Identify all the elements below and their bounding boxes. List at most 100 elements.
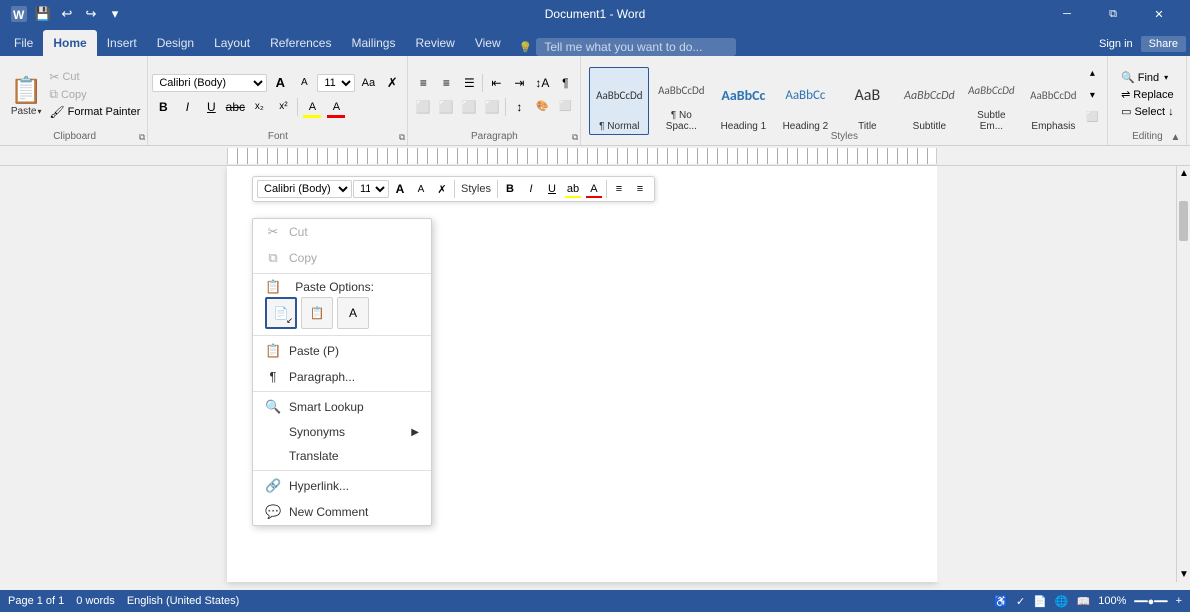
increase-indent-btn[interactable]: ⇥: [508, 72, 530, 94]
view-web-btn[interactable]: 🌐: [1055, 595, 1069, 608]
context-new-comment[interactable]: 💬 New Comment: [253, 499, 431, 525]
restore-btn[interactable]: ⧉: [1090, 0, 1136, 28]
spelling-btn[interactable]: ✓: [1016, 595, 1025, 608]
mini-numbering-btn[interactable]: ≡: [630, 179, 650, 199]
style-normal[interactable]: AaBbCcDd ¶ Normal: [589, 67, 649, 135]
justify-btn[interactable]: ⬜: [481, 96, 503, 118]
select-btn[interactable]: ▭ Select ↓: [1117, 104, 1178, 119]
page-info[interactable]: Page 1 of 1: [8, 595, 64, 607]
align-left-btn[interactable]: ⬜: [412, 96, 434, 118]
borders-btn[interactable]: ⬜: [554, 96, 576, 118]
format-painter-button[interactable]: 🖌 Format Painter: [46, 104, 143, 120]
close-btn[interactable]: ✕: [1136, 0, 1182, 28]
font-size-shrink-btn[interactable]: A: [293, 72, 315, 94]
tab-layout[interactable]: Layout: [204, 30, 260, 56]
tab-file[interactable]: File: [4, 30, 43, 56]
view-print-btn[interactable]: 📄: [1033, 595, 1047, 608]
mini-clear-btn[interactable]: ✗: [432, 179, 452, 199]
mini-shrink-btn[interactable]: A: [411, 179, 431, 199]
font-name-select[interactable]: Calibri (Body): [152, 74, 267, 92]
minimize-btn[interactable]: ─: [1044, 0, 1090, 28]
style-emphasis[interactable]: AaBbCcDd Emphasis: [1023, 67, 1083, 135]
mini-styles-label[interactable]: Styles: [457, 183, 495, 195]
tab-mailings[interactable]: Mailings: [341, 30, 405, 56]
paste-merge-btn[interactable]: 📋: [301, 297, 333, 329]
zoom-in-btn[interactable]: +: [1176, 595, 1182, 607]
vertical-scrollbar[interactable]: ▲ ▼: [1176, 166, 1190, 582]
tab-design[interactable]: Design: [147, 30, 204, 56]
style-heading1[interactable]: AaBbCc Heading 1: [713, 67, 773, 135]
tab-view[interactable]: View: [465, 30, 511, 56]
language-indicator[interactable]: English (United States): [127, 595, 240, 607]
zoom-slider[interactable]: ━━●━━: [1134, 595, 1167, 608]
mini-fontcolor-btn[interactable]: A: [584, 179, 604, 199]
style-heading2[interactable]: AaBbCc Heading 2: [775, 67, 835, 135]
scroll-down-btn[interactable]: ▼: [1177, 567, 1190, 582]
mini-size-select[interactable]: 11: [353, 180, 389, 198]
font-size-grow-btn[interactable]: A: [269, 72, 291, 94]
clear-formatting-btn[interactable]: ✗: [381, 72, 403, 94]
sign-in-btn[interactable]: Sign in: [1099, 38, 1133, 50]
font-expand-icon[interactable]: ⧉: [399, 132, 405, 143]
mini-font-select[interactable]: Calibri (Body): [257, 180, 352, 198]
style-title[interactable]: AaB Title: [837, 67, 897, 135]
scrollbar-thumb[interactable]: [1179, 201, 1188, 241]
paste-button[interactable]: 📋 Paste ▾: [6, 58, 46, 131]
tell-me-bar[interactable]: 💡: [519, 38, 737, 56]
decrease-indent-btn[interactable]: ⇤: [485, 72, 507, 94]
redo-quick-btn[interactable]: ↪: [80, 3, 102, 25]
paragraph-expand-icon[interactable]: ⧉: [572, 132, 578, 143]
font-color-btn[interactable]: A: [325, 96, 347, 118]
view-read-btn[interactable]: 📖: [1077, 595, 1091, 608]
scroll-up-btn[interactable]: ▲: [1177, 166, 1190, 181]
style-subtitle[interactable]: AaBbCcDd Subtitle: [899, 67, 959, 135]
context-smart-lookup[interactable]: 🔍 Smart Lookup: [253, 394, 431, 420]
align-right-btn[interactable]: ⬜: [458, 96, 480, 118]
tell-me-input[interactable]: [536, 38, 736, 56]
strikethrough-button[interactable]: abc: [224, 96, 246, 118]
tab-home[interactable]: Home: [43, 30, 96, 56]
save-quick-btn[interactable]: 💾: [32, 3, 54, 25]
font-size-select[interactable]: 11: [317, 74, 355, 92]
bold-button[interactable]: B: [152, 96, 174, 118]
mini-bullets-btn[interactable]: ≡: [609, 179, 629, 199]
styles-scroll-up-btn[interactable]: ▴: [1085, 62, 1099, 84]
text-highlight-btn[interactable]: A: [301, 96, 323, 118]
find-dropdown-icon[interactable]: ▾: [1164, 73, 1168, 82]
customize-quick-btn[interactable]: ▾: [104, 3, 126, 25]
accessibility-btn[interactable]: ♿: [994, 595, 1008, 608]
line-spacing-btn[interactable]: ↕: [508, 96, 530, 118]
align-center-btn[interactable]: ⬜: [435, 96, 457, 118]
change-case-btn[interactable]: Aa: [357, 72, 379, 94]
mini-highlight-btn[interactable]: ab: [563, 179, 583, 199]
bullets-btn[interactable]: ≡: [412, 72, 434, 94]
paste-dropdown-icon[interactable]: ▾: [37, 107, 41, 116]
context-hyperlink[interactable]: 🔗 Hyperlink...: [253, 473, 431, 499]
mini-underline-btn[interactable]: U: [542, 179, 562, 199]
shading-btn[interactable]: 🎨: [531, 96, 553, 118]
clipboard-expand-icon[interactable]: ⧉: [139, 132, 145, 143]
subscript-button[interactable]: x₂: [248, 96, 270, 118]
mini-grow-btn[interactable]: A: [390, 179, 410, 199]
mini-italic-btn[interactable]: I: [521, 179, 541, 199]
share-btn[interactable]: Share: [1141, 36, 1186, 52]
superscript-button[interactable]: x²: [272, 96, 294, 118]
tab-references[interactable]: References: [260, 30, 341, 56]
sort-btn[interactable]: ↕A: [531, 72, 553, 94]
multilevel-list-btn[interactable]: ☰: [458, 72, 480, 94]
word-count[interactable]: 0 words: [76, 595, 115, 607]
mini-bold-btn[interactable]: B: [500, 179, 520, 199]
context-synonyms[interactable]: Synonyms ▶: [253, 420, 431, 444]
paste-keep-source-btn[interactable]: 📄 ↙: [265, 297, 297, 329]
tab-review[interactable]: Review: [405, 30, 464, 56]
style-no-spacing[interactable]: AaBbCcDd ¶ No Spac...: [651, 67, 711, 135]
show-marks-btn[interactable]: ¶: [554, 72, 576, 94]
style-subtle-emphasis[interactable]: AaBbCcDd Subtle Em...: [961, 67, 1021, 135]
ribbon-collapse-btn[interactable]: ▲: [1170, 132, 1180, 143]
paste-text-only-btn[interactable]: A: [337, 297, 369, 329]
replace-btn[interactable]: ⇌ Replace: [1117, 87, 1178, 102]
find-btn[interactable]: 🔍 Find ▾: [1117, 70, 1172, 85]
context-paragraph[interactable]: ¶ Paragraph...: [253, 364, 431, 389]
styles-scroll-down-btn[interactable]: ▾: [1085, 84, 1099, 106]
italic-button[interactable]: I: [176, 96, 198, 118]
